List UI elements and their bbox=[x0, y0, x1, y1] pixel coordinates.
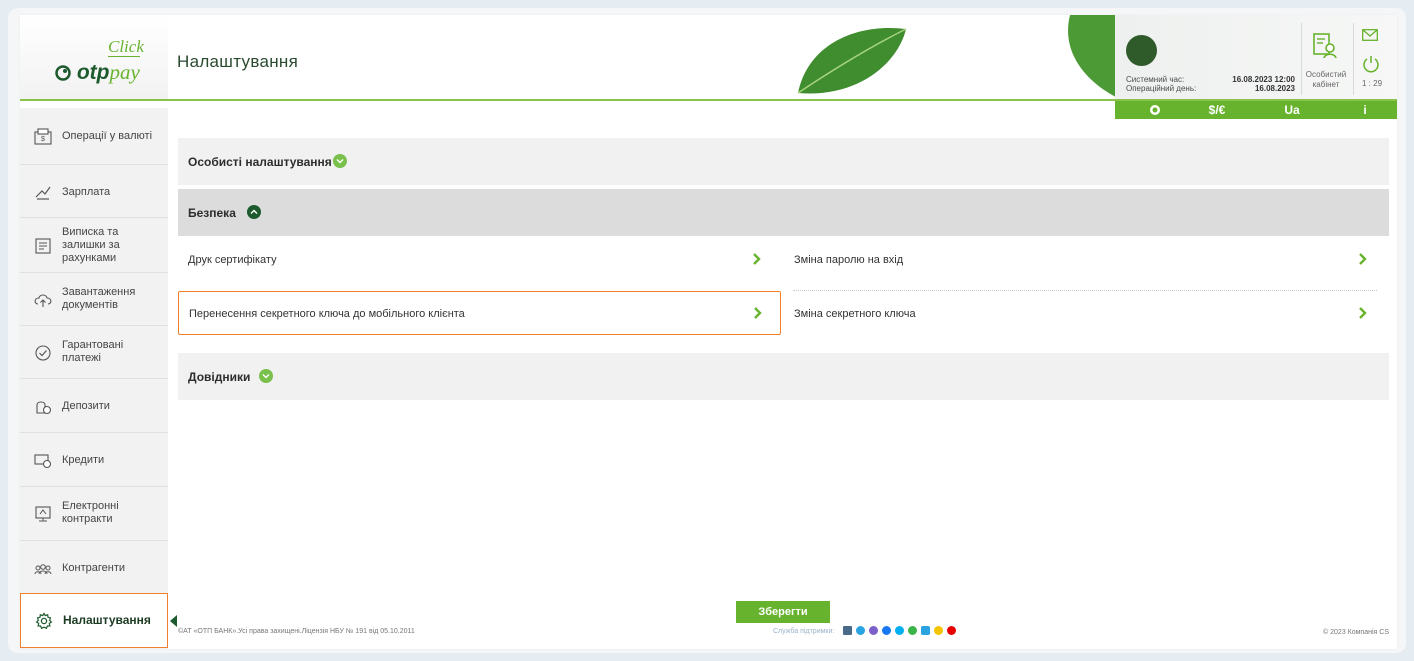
counterparties-icon bbox=[34, 564, 52, 575]
op-day-label: Операційний день: bbox=[1126, 84, 1197, 93]
section-personal-settings[interactable]: Особисті налаштування bbox=[178, 138, 1389, 185]
active-indicator-icon bbox=[170, 615, 177, 627]
transfer-secret-key-link[interactable]: Перенесення секретного ключа до мобільно… bbox=[178, 291, 781, 335]
sidebar-item-credits[interactable]: Кредити bbox=[20, 433, 168, 487]
logo-click-text: Click bbox=[108, 37, 144, 56]
header: Click otppay Налаштування Системний час:… bbox=[20, 15, 1397, 101]
save-button[interactable]: Зберегти bbox=[736, 601, 830, 623]
quick-bar: $/€ Ua i bbox=[1115, 101, 1397, 119]
sidebar-item-currency-ops[interactable]: $ Операції у валюті bbox=[20, 108, 168, 165]
app-window: Click otppay Налаштування Системний час:… bbox=[20, 15, 1397, 649]
sidebar-item-settings[interactable]: Налаштування bbox=[20, 593, 177, 648]
cabinet-icon[interactable] bbox=[1313, 33, 1337, 59]
session-timer: 1 : 29 bbox=[1362, 79, 1383, 88]
page-title: Налаштування bbox=[177, 52, 299, 71]
sidebar-item-upload[interactable]: Завантаження документів bbox=[20, 273, 168, 326]
salary-icon bbox=[35, 186, 51, 200]
e-contract-icon bbox=[35, 506, 51, 522]
sidebar: $ Операції у валюті Зарплата Виписка та … bbox=[20, 108, 177, 649]
company-text: © 2023 Компанія CS bbox=[1323, 629, 1389, 636]
change-secret-key-link[interactable]: Зміна секретного ключа bbox=[784, 292, 1379, 336]
sys-time-value: 16.08.2023 12:00 bbox=[1232, 75, 1295, 84]
lifecell-icon[interactable] bbox=[934, 626, 943, 635]
divider bbox=[1301, 23, 1302, 95]
currency-ops-icon: $ bbox=[34, 128, 52, 145]
sidebar-item-counterparties[interactable]: Контрагенти bbox=[20, 541, 168, 595]
logo-divider bbox=[108, 56, 140, 57]
statement-icon bbox=[35, 238, 51, 254]
support-icons bbox=[843, 626, 956, 637]
sys-time-label: Системний час: bbox=[1126, 75, 1185, 84]
chevron-right-icon bbox=[1359, 307, 1367, 319]
language-button[interactable]: Ua bbox=[1277, 101, 1307, 119]
section-directories[interactable]: Довідники bbox=[178, 353, 1389, 400]
vodafone-icon[interactable] bbox=[947, 626, 956, 635]
upload-cloud-icon bbox=[34, 294, 52, 307]
facebook-icon[interactable] bbox=[882, 626, 891, 635]
telegram-icon[interactable] bbox=[856, 626, 865, 635]
avatar[interactable] bbox=[1126, 35, 1157, 66]
divider bbox=[793, 290, 1377, 291]
chat-icon[interactable] bbox=[1149, 104, 1161, 116]
logo[interactable]: Click otppay bbox=[20, 15, 168, 100]
logo-otp-text: otppay bbox=[55, 60, 140, 85]
section-security[interactable]: Безпека bbox=[178, 189, 1389, 236]
email-icon[interactable] bbox=[843, 626, 852, 635]
sidebar-item-e-contracts[interactable]: Електронні контракти bbox=[20, 487, 168, 541]
print-certificate-link[interactable]: Друк сертифікату bbox=[178, 238, 781, 282]
sidebar-item-deposits[interactable]: Депозити bbox=[20, 379, 168, 433]
phone-icon[interactable] bbox=[908, 626, 917, 635]
leaf-decoration-icon bbox=[797, 27, 907, 94]
change-password-link[interactable]: Зміна паролю на вхід bbox=[784, 238, 1379, 282]
svg-text:$: $ bbox=[41, 136, 45, 143]
gear-icon bbox=[35, 612, 53, 630]
sidebar-item-statement[interactable]: Виписка та залишки за рахунками bbox=[20, 218, 168, 273]
support-label: Служба підтримки: bbox=[773, 628, 835, 635]
sidebar-item-salary[interactable]: Зарплата bbox=[20, 165, 168, 218]
viber-icon[interactable] bbox=[869, 626, 878, 635]
leaf-decoration-2-icon bbox=[1068, 15, 1120, 99]
info-button[interactable]: i bbox=[1355, 101, 1375, 119]
otp-mark-icon bbox=[55, 65, 71, 81]
skype-icon[interactable] bbox=[895, 626, 904, 635]
copyright-text: ©АТ «ОТП БАНК».Усі права захищені.Ліценз… bbox=[178, 628, 415, 635]
sidebar-item-guaranteed[interactable]: Гарантовані платежі bbox=[20, 326, 168, 379]
guaranteed-payments-icon bbox=[35, 345, 51, 361]
kyivstar-icon[interactable] bbox=[921, 626, 930, 635]
chevron-down-icon[interactable] bbox=[333, 154, 347, 168]
chevron-right-icon bbox=[1359, 253, 1367, 265]
currency-button[interactable]: $/€ bbox=[1197, 101, 1237, 119]
power-icon[interactable] bbox=[1362, 55, 1380, 73]
system-panel: Системний час: 16.08.2023 12:00 Операцій… bbox=[1115, 15, 1397, 100]
op-day-value: 16.08.2023 bbox=[1254, 84, 1295, 93]
chevron-up-icon[interactable] bbox=[247, 205, 261, 219]
cabinet-label[interactable]: Особистий кабінет bbox=[1303, 70, 1349, 90]
mail-icon[interactable] bbox=[1362, 29, 1378, 41]
chevron-right-icon bbox=[753, 253, 761, 265]
divider bbox=[1353, 23, 1354, 95]
chevron-right-icon bbox=[754, 307, 762, 319]
chevron-down-icon[interactable] bbox=[259, 369, 273, 383]
credit-icon bbox=[34, 454, 52, 469]
deposit-icon bbox=[36, 401, 52, 415]
